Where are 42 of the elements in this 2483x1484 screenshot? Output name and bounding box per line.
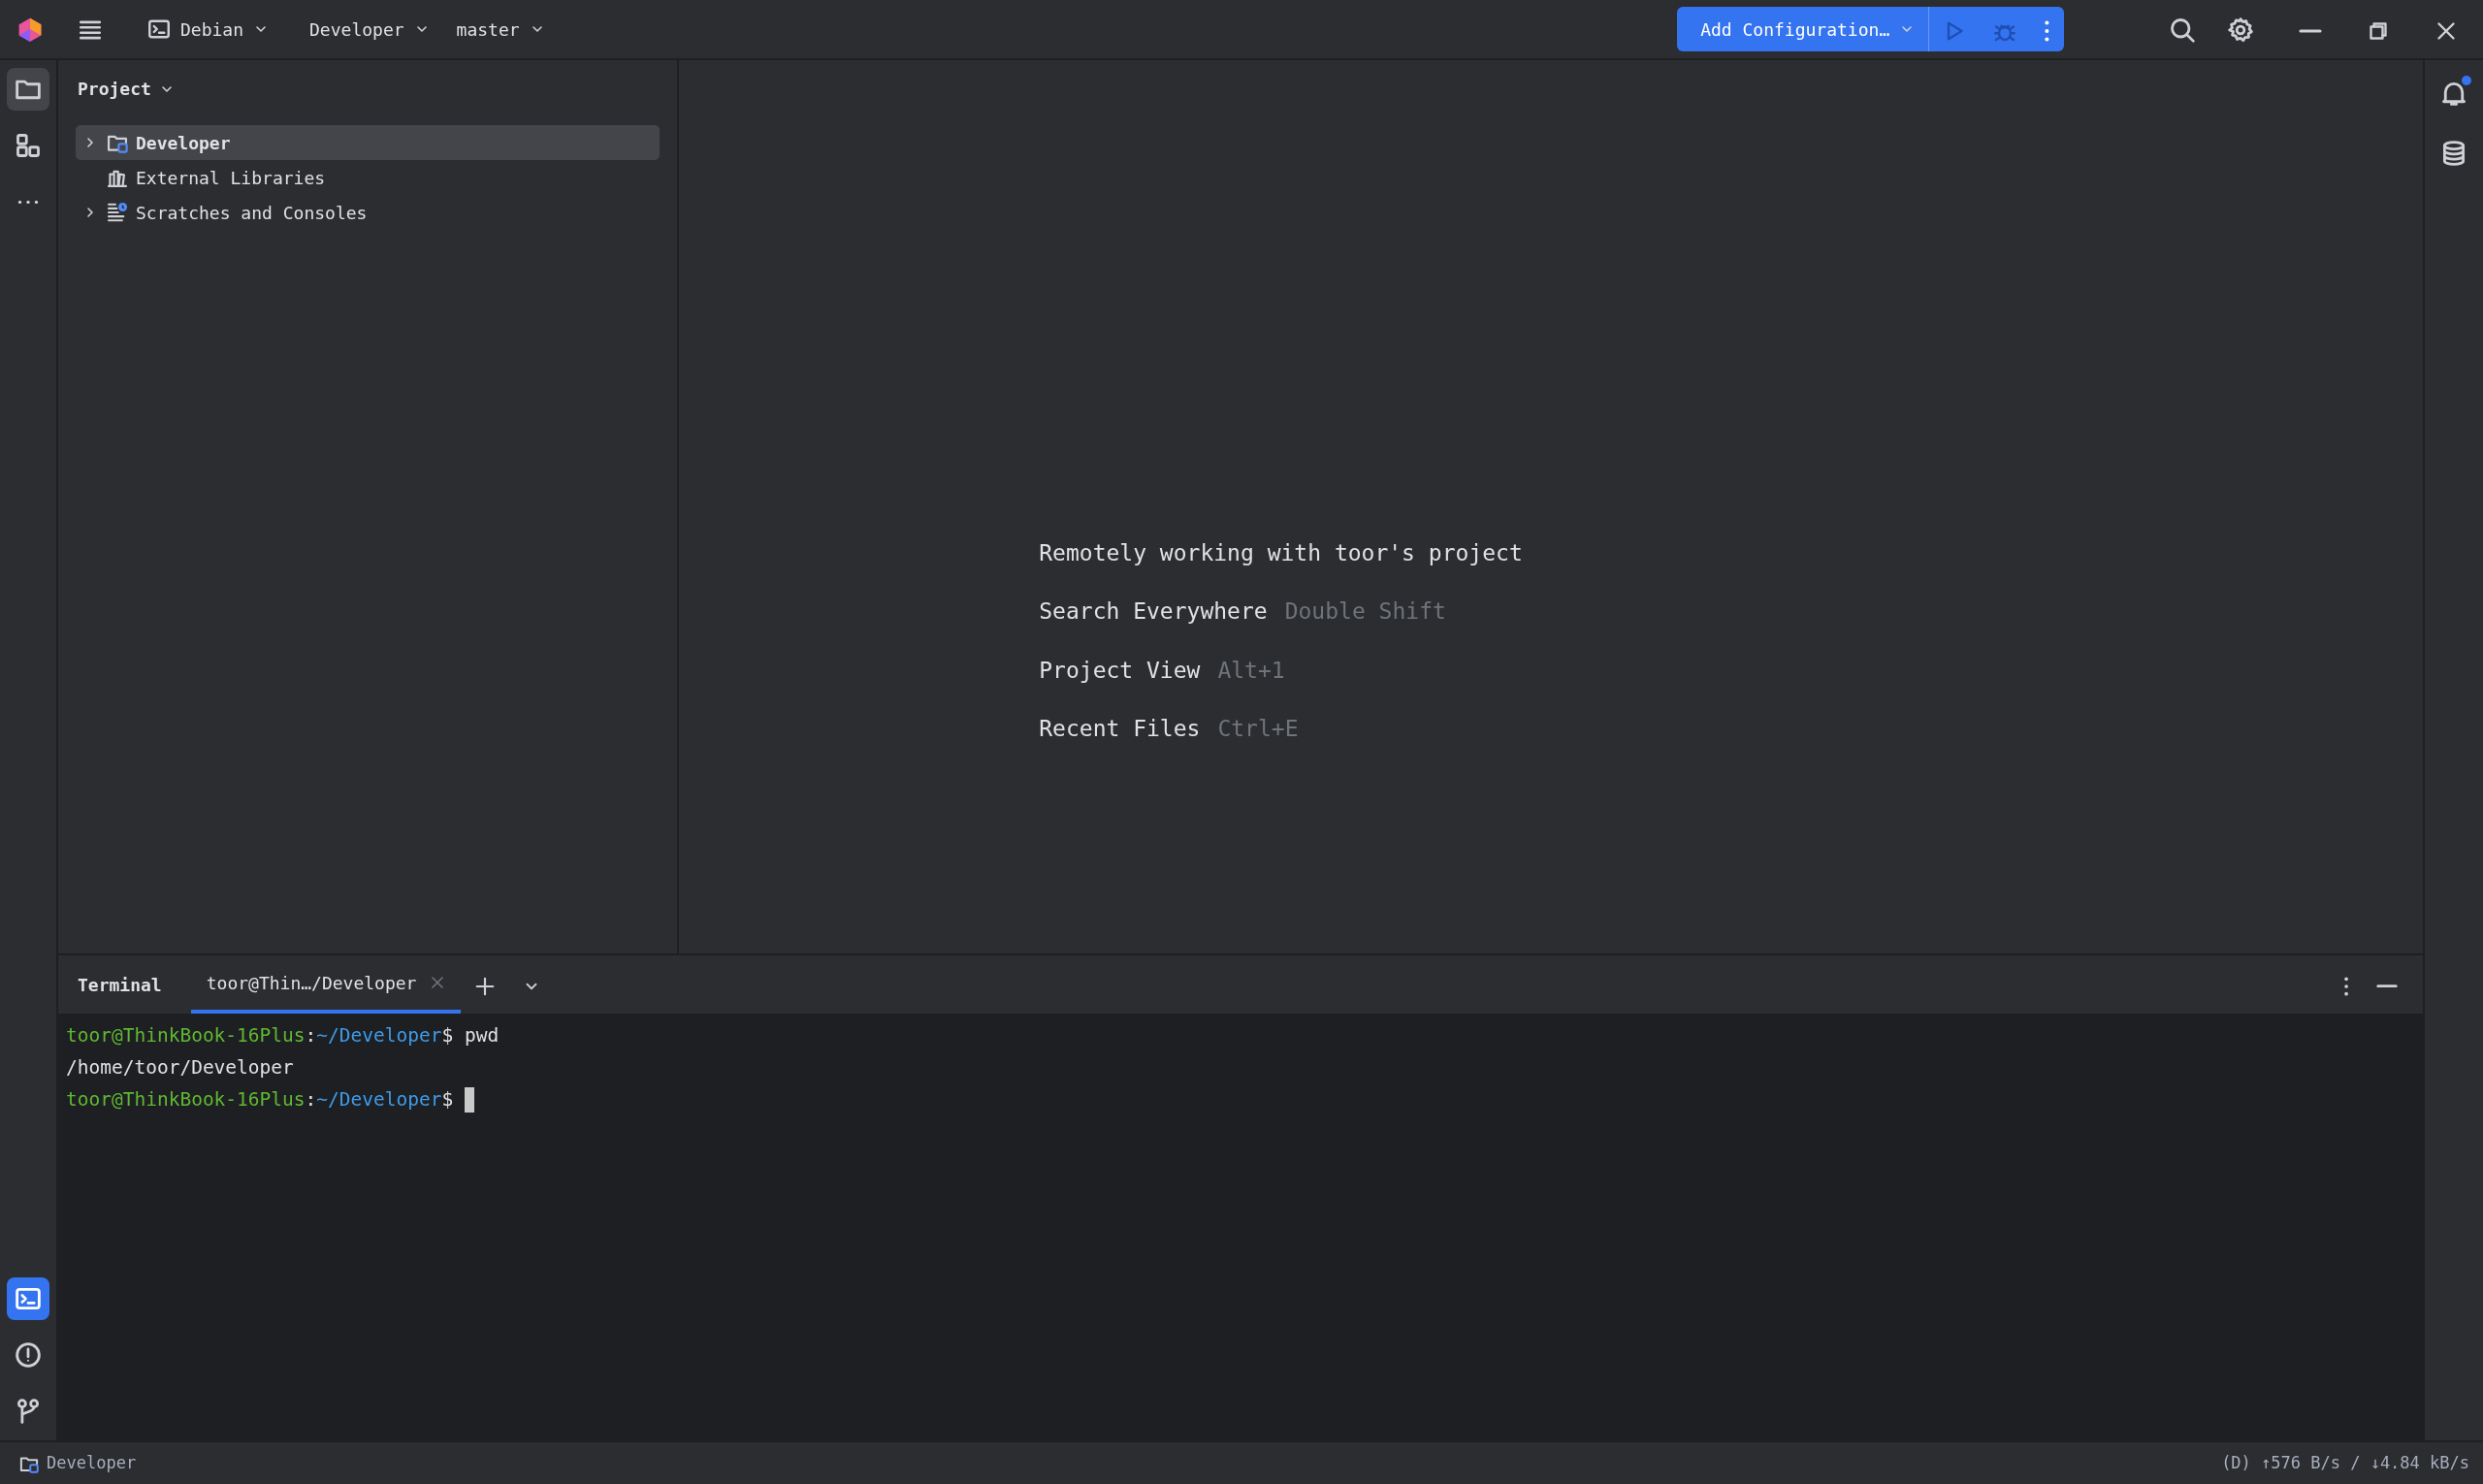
tree-item[interactable]: External Libraries xyxy=(76,160,660,195)
exclamation-circle-icon xyxy=(15,1341,42,1369)
minimize-icon xyxy=(2299,28,2322,33)
branch-dropdown[interactable]: master xyxy=(446,10,555,48)
terminal-tool-button[interactable] xyxy=(7,1277,49,1320)
close-icon[interactable] xyxy=(430,975,446,990)
more-icon xyxy=(2044,19,2050,42)
terminal-tab[interactable]: toor@Thin…/Developer xyxy=(190,955,462,1014)
structure-icon xyxy=(15,132,42,159)
app-logo-icon[interactable] xyxy=(17,16,43,42)
shortcut-keys: Alt+1 xyxy=(1217,653,1285,687)
branch-icon xyxy=(15,1398,42,1425)
prompt-line: toor@ThinkBook-16Plus:~/Developer$ xyxy=(66,1087,454,1113)
more-icon xyxy=(2342,976,2349,996)
search-icon xyxy=(2169,16,2196,44)
plus-icon xyxy=(474,975,497,997)
output-line: /home/toor/Developer xyxy=(66,1055,294,1081)
shortcut-action[interactable]: Recent Files xyxy=(1039,712,1201,746)
bell-icon xyxy=(2440,80,2467,107)
more-icon xyxy=(17,198,39,206)
minimize-icon xyxy=(2376,984,2398,988)
network-speed: (D) ↑576 B/s / ↓4.84 kB/s xyxy=(2221,1451,2469,1474)
breadcrumb-link[interactable]: Developer xyxy=(47,1450,137,1476)
terminal-title: Terminal xyxy=(78,973,162,997)
gear-icon xyxy=(2227,16,2254,44)
tree-item[interactable]: Scratches and Consoles xyxy=(76,195,660,230)
shortcut-action[interactable]: Project View xyxy=(1039,653,1201,687)
panel-title[interactable]: Project xyxy=(78,76,151,102)
project-dropdown[interactable]: Developer xyxy=(300,10,439,48)
scratches-icon xyxy=(107,202,128,223)
shortcut-action[interactable]: Search Everywhere xyxy=(1039,595,1268,629)
tree-item[interactable]: Developer xyxy=(76,125,660,160)
prompt-line: toor@ThinkBook-16Plus:~/Developer$ pwd xyxy=(66,1023,500,1048)
folder-tool-button[interactable] xyxy=(7,68,49,111)
empty-state-heading: Remotely working with toor's project xyxy=(1039,538,1523,567)
shortcut-keys: Double Shift xyxy=(1284,595,1446,629)
terminal-icon xyxy=(15,1285,42,1312)
terminal-icon xyxy=(147,17,171,41)
shortcut-keys: Ctrl+E xyxy=(1217,712,1299,746)
database-icon xyxy=(2440,140,2467,167)
project-widget-button[interactable]: Debian xyxy=(138,10,279,48)
configuration-dropdown[interactable]: Add Configuration… xyxy=(1677,7,1930,51)
